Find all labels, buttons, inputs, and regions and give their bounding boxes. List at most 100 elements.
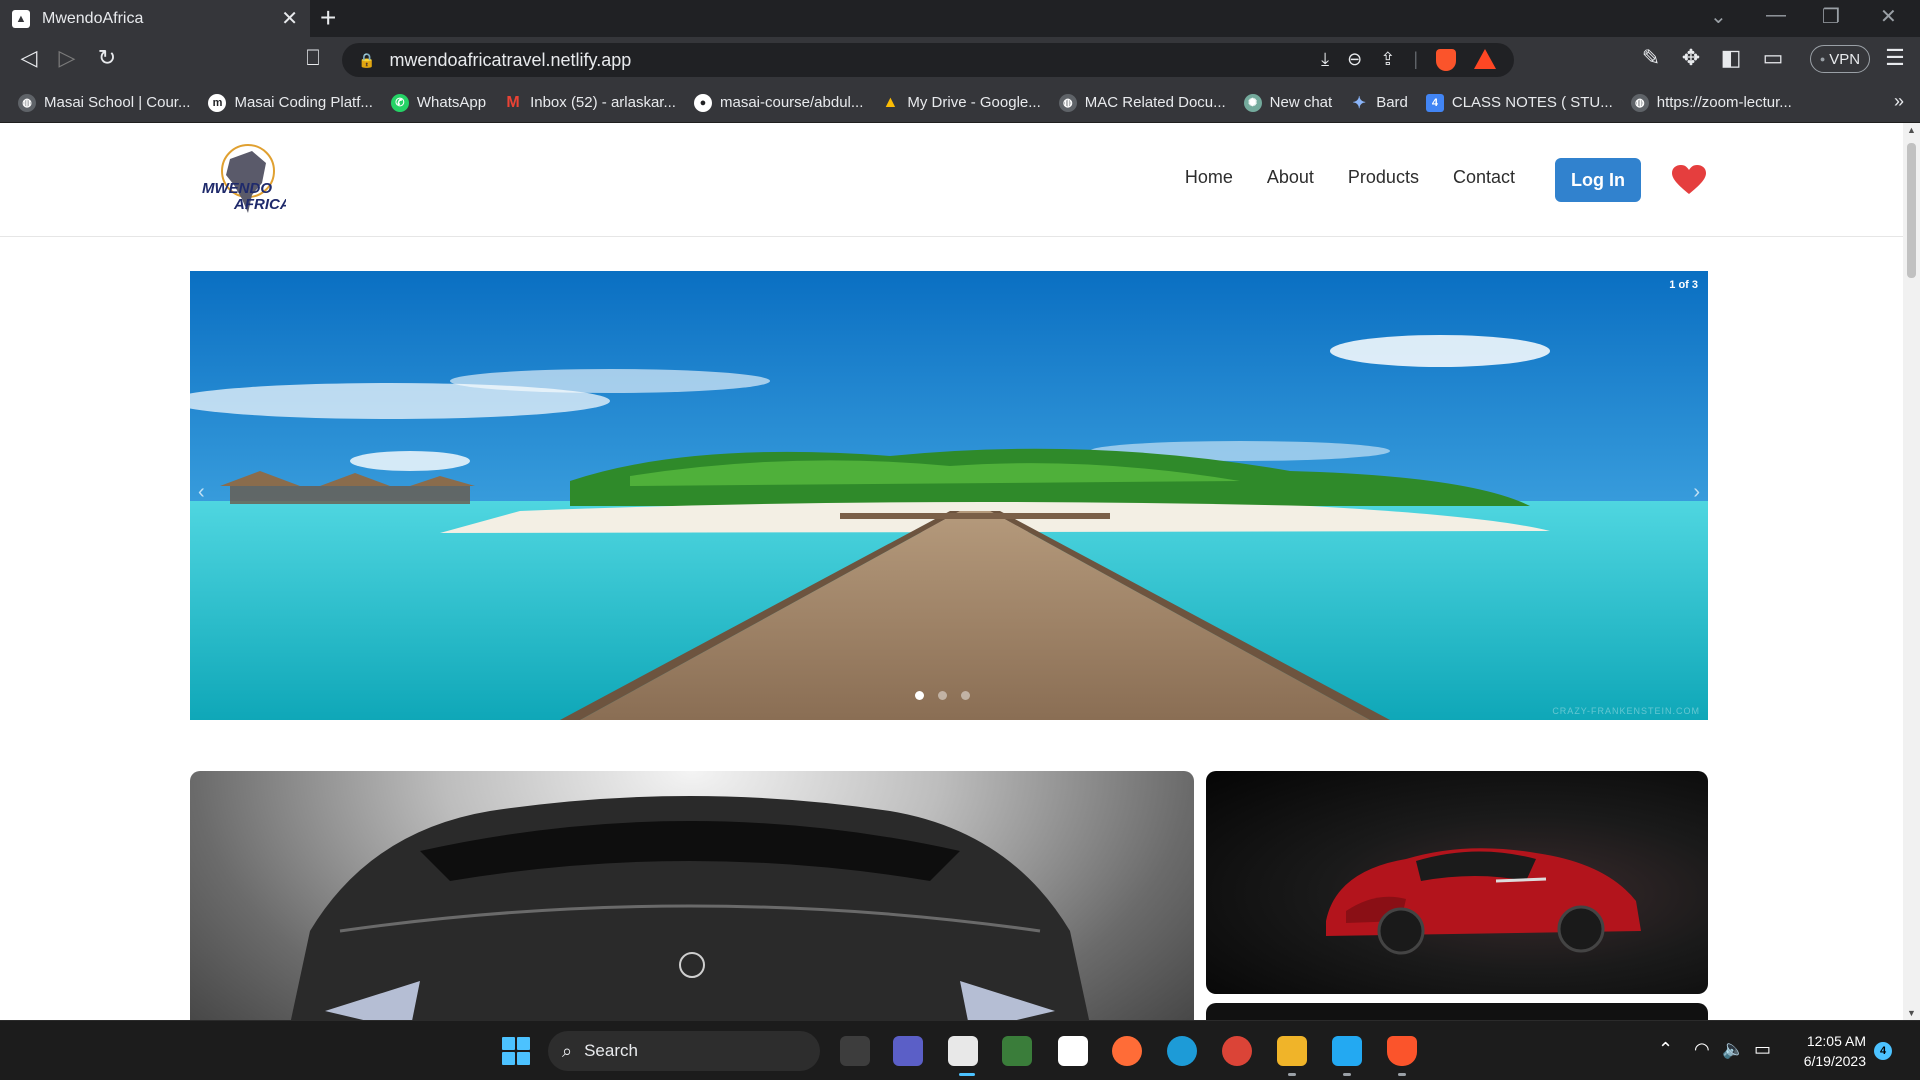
bookmark-item[interactable]: 4 CLASS NOTES ( STU...	[1425, 93, 1613, 112]
bookmark-item[interactable]: ◍ Masai School | Cour...	[18, 93, 190, 112]
bookmark-label: MAC Related Docu...	[1084, 94, 1226, 111]
scroll-up-icon[interactable]: ▲	[1903, 125, 1920, 135]
bookmark-item[interactable]: M Inbox (52) - arlaskar...	[504, 94, 676, 112]
browser-tab-bar: ▲ MwendoAfrica ✕ + ⌄ — ❐ ✕	[0, 0, 1920, 37]
bard-icon: ✦	[1352, 94, 1366, 112]
drive-icon: ▲	[882, 93, 899, 111]
page-viewport: MWENDO AFRICA Home About Products Contac…	[0, 123, 1903, 1020]
carousel-next-icon[interactable]: ›	[1693, 481, 1700, 504]
scroll-thumb[interactable]	[1907, 143, 1916, 278]
beach-pier-image	[190, 271, 1708, 720]
scroll-down-icon[interactable]: ▼	[1903, 1008, 1920, 1018]
brave-shields-icon[interactable]	[1436, 49, 1456, 71]
address-bar[interactable]: 🔒 mwendoafricatravel.netlify.app ⤓ ⊖ ⇪ |	[342, 43, 1514, 77]
carousel-prev-icon[interactable]: ‹	[198, 481, 205, 504]
bookmark-label: CLASS NOTES ( STU...	[1451, 94, 1613, 111]
vpn-button[interactable]: ● VPN	[1810, 45, 1870, 73]
tab-title: MwendoAfrica	[42, 9, 144, 27]
mwendo-africa-logo[interactable]: MWENDO AFRICA	[200, 137, 286, 223]
tray-overflow-icon[interactable]: ⌃	[1658, 1039, 1673, 1060]
nav-home[interactable]: Home	[1185, 167, 1233, 188]
postman-icon[interactable]	[1112, 1036, 1142, 1066]
edge-icon[interactable]	[1167, 1036, 1197, 1066]
close-window-icon[interactable]: ✕	[1880, 4, 1897, 29]
bookmark-label: Bard	[1376, 94, 1408, 111]
browser-tab[interactable]: ▲ MwendoAfrica ✕	[0, 0, 310, 37]
wallet-icon[interactable]: ▭	[1758, 45, 1788, 71]
product-card-bugatti[interactable]	[1206, 771, 1708, 994]
bookmark-item[interactable]: ◍ MAC Related Docu...	[1058, 93, 1226, 112]
tab-search-icon[interactable]: ⌄	[1710, 4, 1727, 29]
taskbar-search[interactable]: ⌕ Search	[548, 1031, 820, 1071]
volume-icon[interactable]: 🔈	[1722, 1039, 1744, 1060]
bookmark-item[interactable]: ▲ My Drive - Google...	[881, 94, 1040, 112]
clock-time: 12:05 AM	[1806, 1033, 1866, 1049]
bookmark-item[interactable]: ✦ Bard	[1350, 94, 1408, 112]
reload-icon[interactable]: ↻	[92, 45, 122, 71]
brave-icon[interactable]	[1387, 1036, 1417, 1066]
chrome-icon[interactable]	[1222, 1036, 1252, 1066]
new-tab-icon[interactable]: +	[320, 2, 336, 34]
bookmark-item[interactable]: ✺ New chat	[1243, 93, 1332, 112]
bookmark-icon[interactable]: ⎕	[298, 45, 328, 71]
teams-icon[interactable]	[893, 1036, 923, 1066]
site-navbar: MWENDO AFRICA Home About Products Contac…	[0, 123, 1903, 237]
notification-badge[interactable]: 4	[1874, 1042, 1892, 1060]
share-icon[interactable]: ⇪	[1380, 49, 1395, 71]
pen-extension-icon[interactable]: ✎	[1636, 45, 1666, 71]
menu-icon[interactable]: ☰	[1880, 45, 1910, 71]
carousel-dot[interactable]	[915, 691, 924, 700]
browser-toolbar: ◁ ▷ ↻ ⎕ 🔒 mwendoafricatravel.netlify.app…	[0, 37, 1920, 83]
heart-icon[interactable]	[1672, 165, 1706, 195]
globe-icon: ◍	[1630, 93, 1649, 112]
image-viewer-icon[interactable]	[1002, 1036, 1032, 1066]
page-scrollbar[interactable]: ▲ ▼	[1903, 123, 1920, 1020]
install-icon[interactable]: ⤓	[1321, 49, 1329, 71]
task-view-icon[interactable]	[840, 1036, 870, 1066]
logo-text-africa: AFRICA	[233, 196, 286, 213]
clock-date: 6/19/2023	[1803, 1053, 1866, 1069]
back-icon[interactable]: ◁	[14, 45, 44, 71]
bookmark-label: https://zoom-lectur...	[1656, 94, 1792, 111]
taskbar-clock[interactable]: 12:05 AM 6/19/2023	[1790, 1031, 1866, 1071]
zoom-icon[interactable]: ⊖	[1347, 49, 1362, 71]
bookmark-label: My Drive - Google...	[907, 94, 1041, 111]
extensions-icon[interactable]: ✥	[1676, 45, 1706, 71]
bookmark-item[interactable]: m Masai Coding Platf...	[208, 93, 373, 112]
bookmark-item[interactable]: ◍ https://zoom-lectur...	[1630, 93, 1792, 112]
globe-icon: ◍	[18, 93, 36, 112]
windows-start-icon[interactable]	[502, 1037, 530, 1065]
brave-rewards-icon[interactable]	[1474, 49, 1496, 69]
battery-icon[interactable]: ▭	[1754, 1039, 1771, 1060]
carousel-dot[interactable]	[938, 691, 947, 700]
mongodb-icon[interactable]	[1058, 1036, 1088, 1066]
product-card-mercedes[interactable]	[190, 771, 1194, 1020]
more-bookmarks-icon[interactable]: »	[1894, 91, 1904, 112]
chatgpt-icon: ✺	[1243, 93, 1262, 112]
snipping-tool-icon[interactable]	[948, 1036, 978, 1066]
sidebar-icon[interactable]: ◧	[1716, 45, 1746, 71]
carousel-dot[interactable]	[961, 691, 970, 700]
login-button[interactable]: Log In	[1555, 158, 1641, 202]
whatsapp-icon: ✆	[390, 93, 409, 112]
page-icon: ▲	[12, 9, 30, 28]
file-explorer-icon[interactable]	[1277, 1036, 1307, 1066]
nav-contact[interactable]: Contact	[1453, 167, 1515, 188]
bookmark-item[interactable]: ✆ WhatsApp	[390, 93, 486, 112]
product-card-partial[interactable]	[1206, 1003, 1708, 1020]
doc-4-icon: 4	[1425, 93, 1444, 112]
github-icon: ●	[693, 93, 712, 112]
bookmark-item[interactable]: ● masai-course/abdul...	[693, 93, 863, 112]
nav-about[interactable]: About	[1267, 167, 1314, 188]
taskbar-search-label: Search	[584, 1041, 638, 1060]
vscode-icon[interactable]	[1332, 1036, 1362, 1066]
restore-icon[interactable]: ❐	[1822, 4, 1840, 29]
hero-carousel[interactable]: 1 of 3 ‹ › CRAZY-FRANKENSTEIN.COM	[190, 271, 1708, 720]
nav-products[interactable]: Products	[1348, 167, 1419, 188]
minimize-icon[interactable]: —	[1766, 4, 1786, 27]
wifi-icon[interactable]: ◠	[1694, 1039, 1710, 1060]
app-indicator	[1343, 1073, 1351, 1076]
url-text[interactable]: mwendoafricatravel.netlify.app	[389, 50, 631, 71]
close-tab-icon[interactable]: ✕	[281, 6, 298, 31]
forward-icon[interactable]: ▷	[52, 45, 82, 71]
